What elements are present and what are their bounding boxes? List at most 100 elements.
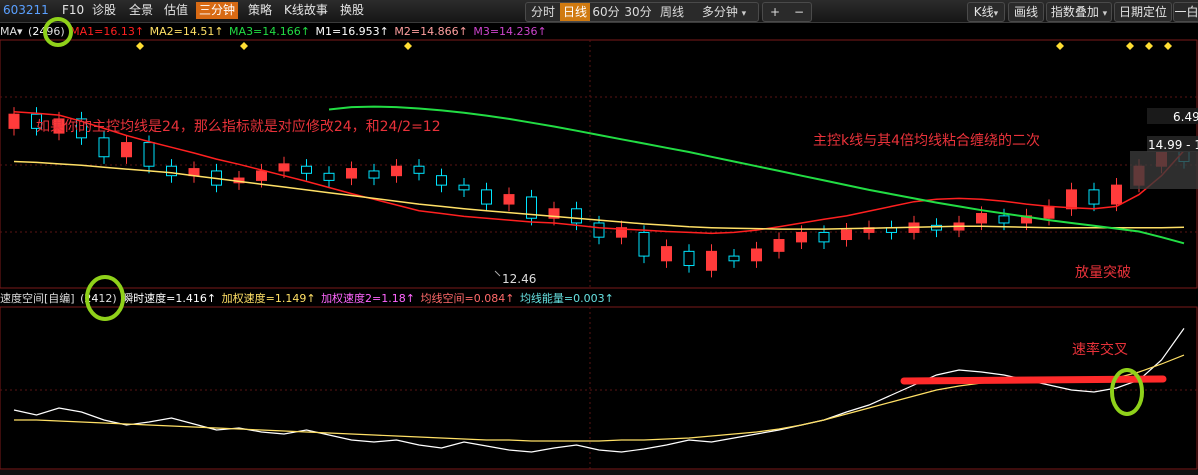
candle-body bbox=[526, 196, 537, 219]
tab-weekly[interactable]: 周线 bbox=[654, 3, 690, 21]
ma1-value: MA1=16.13↑ bbox=[70, 25, 145, 38]
candle-body bbox=[323, 172, 335, 181]
highlight-circle-cross bbox=[1110, 368, 1144, 416]
candle-body bbox=[98, 137, 110, 158]
toolbar-strategy[interactable]: 策略 bbox=[248, 2, 272, 19]
candle-body bbox=[166, 165, 177, 177]
candle-body bbox=[1156, 146, 1167, 167]
toolbar-valuation[interactable]: 估值 bbox=[164, 2, 188, 19]
chevron-down-icon: ▾ bbox=[993, 9, 999, 19]
indicator-param-main[interactable]: 24 bbox=[84, 292, 98, 305]
range-label-box bbox=[1147, 136, 1198, 152]
candle-body bbox=[458, 184, 470, 191]
instant-speed-value: 瞬时速度=1.416↑ bbox=[122, 292, 217, 305]
event-marker-diamond bbox=[1145, 42, 1153, 50]
toolbar-three-minutes[interactable]: 三分钟 bbox=[196, 2, 239, 19]
candle-body bbox=[1066, 189, 1077, 210]
toolbar-f10[interactable]: F10 bbox=[62, 2, 84, 19]
candle-body bbox=[818, 231, 830, 243]
event-marker-diamond bbox=[404, 42, 412, 50]
candle-body bbox=[143, 142, 155, 167]
candle-body bbox=[976, 213, 987, 224]
candle-body bbox=[346, 168, 357, 179]
range-shade bbox=[1130, 151, 1198, 189]
candle-body bbox=[593, 222, 605, 238]
candle-body bbox=[706, 250, 717, 271]
tab-30min[interactable]: 30分 bbox=[622, 3, 654, 21]
candle-body bbox=[886, 227, 897, 233]
ma-space-value: 均线空间=0.084↑ bbox=[420, 292, 515, 305]
candle-body bbox=[233, 177, 245, 184]
weighted-speed2-value: 加权速度2=1.18↑ bbox=[321, 292, 415, 305]
event-marker-diamond bbox=[1126, 42, 1134, 50]
kline-dropdown[interactable]: K线▾ bbox=[967, 2, 1005, 22]
candle-body bbox=[863, 227, 875, 233]
candle-body bbox=[1043, 205, 1055, 219]
event-marker-diamond bbox=[240, 42, 248, 50]
date-locate-button[interactable]: 日期定位 bbox=[1114, 2, 1172, 22]
annotation-kline-note: 主控k线与其4倍均线粘合缠绕的二次 bbox=[813, 133, 1041, 149]
candle-body bbox=[1088, 189, 1100, 205]
candle-body bbox=[211, 170, 222, 186]
indicator-line-1 bbox=[14, 354, 1185, 442]
candle-body bbox=[121, 142, 132, 158]
candle-body bbox=[616, 227, 627, 238]
m1-value: M1=16.953↑ bbox=[315, 25, 389, 38]
zoom-in-button[interactable]: + bbox=[763, 3, 787, 21]
ma3-value: MA3=14.166↑ bbox=[229, 25, 310, 38]
highlight-bar bbox=[900, 375, 1167, 385]
candle-body bbox=[638, 231, 650, 257]
candle-body bbox=[503, 194, 515, 205]
low-price-label: 12.46 bbox=[502, 272, 536, 286]
toolbar-diagnose[interactable]: 诊股 bbox=[92, 2, 116, 19]
m2-value: M2=14.866↑ bbox=[394, 25, 468, 38]
chart-grid bbox=[0, 39, 1198, 470]
toolbar-switch-stock[interactable]: 换股 bbox=[340, 2, 364, 19]
event-marker-diamond bbox=[136, 42, 144, 50]
stock-code[interactable]: 603211 bbox=[3, 2, 49, 19]
indicator-line-0 bbox=[13, 328, 1185, 453]
ma-param-main[interactable]: 24 bbox=[32, 25, 46, 38]
candle-body bbox=[391, 165, 402, 177]
event-marker-diamond bbox=[1056, 42, 1064, 50]
ma-line-ma3 bbox=[328, 105, 1185, 245]
tab-daily[interactable]: 日线 bbox=[560, 3, 590, 21]
indicator-params-rest: 12) bbox=[98, 292, 117, 305]
stock-chart: 12.46 6.49 14.99 - 1 bbox=[0, 17, 1198, 470]
tab-intraday[interactable]: 分时 bbox=[526, 3, 560, 21]
indicator-lines bbox=[13, 328, 1185, 453]
candle-body bbox=[1021, 215, 1032, 224]
extra-button[interactable]: 一白 bbox=[1173, 2, 1198, 22]
main-pane-frame bbox=[0, 39, 1198, 289]
zoom-out-button[interactable]: − bbox=[787, 3, 811, 21]
draw-line-button[interactable]: 画线 bbox=[1008, 2, 1044, 22]
tab-multi-minute[interactable]: 多分钟 ▾ bbox=[690, 3, 758, 21]
annotation-rate-cross: 速率交叉 bbox=[1072, 342, 1128, 358]
candle-body bbox=[256, 170, 267, 181]
annotation-param-note: 如果你的主控均线是24，那么指标就是对应修改24，和24/2=12 bbox=[36, 119, 441, 135]
candle-body bbox=[571, 208, 582, 224]
tab-60min[interactable]: 60分 bbox=[590, 3, 622, 21]
candle-body bbox=[728, 255, 740, 262]
candle-body bbox=[773, 239, 785, 252]
candle-body bbox=[931, 224, 942, 231]
indicator-name[interactable]: 速度空间[自编] bbox=[0, 292, 75, 305]
candle-body bbox=[661, 246, 672, 262]
high-price-box bbox=[1147, 108, 1198, 124]
bottom-scroll-strip[interactable] bbox=[0, 470, 1198, 475]
ma2-value: MA2=14.51↑ bbox=[149, 25, 224, 38]
ma-energy-value: 均线能量=0.003↑ bbox=[519, 292, 614, 305]
candle-body bbox=[368, 170, 380, 179]
ma-legend-bar: MA▾ (2496) MA1=16.13↑ MA2=14.51↑ MA3=14.… bbox=[0, 24, 549, 40]
candle-body bbox=[998, 215, 1010, 224]
toolbar-kline-story[interactable]: K线故事 bbox=[284, 2, 328, 19]
index-overlay-dropdown[interactable]: 指数叠加 ▾ bbox=[1046, 2, 1112, 22]
main-toolbar: 603211 F10 诊股 全景 估值 三分钟 策略 K线故事 换股 分时 日线… bbox=[0, 0, 1198, 23]
candle-body bbox=[413, 165, 425, 174]
event-markers bbox=[136, 42, 1172, 50]
ma-indicator-name[interactable]: MA▾ bbox=[0, 25, 23, 38]
candle-body bbox=[436, 175, 447, 186]
chevron-down-icon: ▾ bbox=[741, 9, 747, 19]
candle-body bbox=[953, 222, 965, 231]
toolbar-panorama[interactable]: 全景 bbox=[129, 2, 153, 19]
